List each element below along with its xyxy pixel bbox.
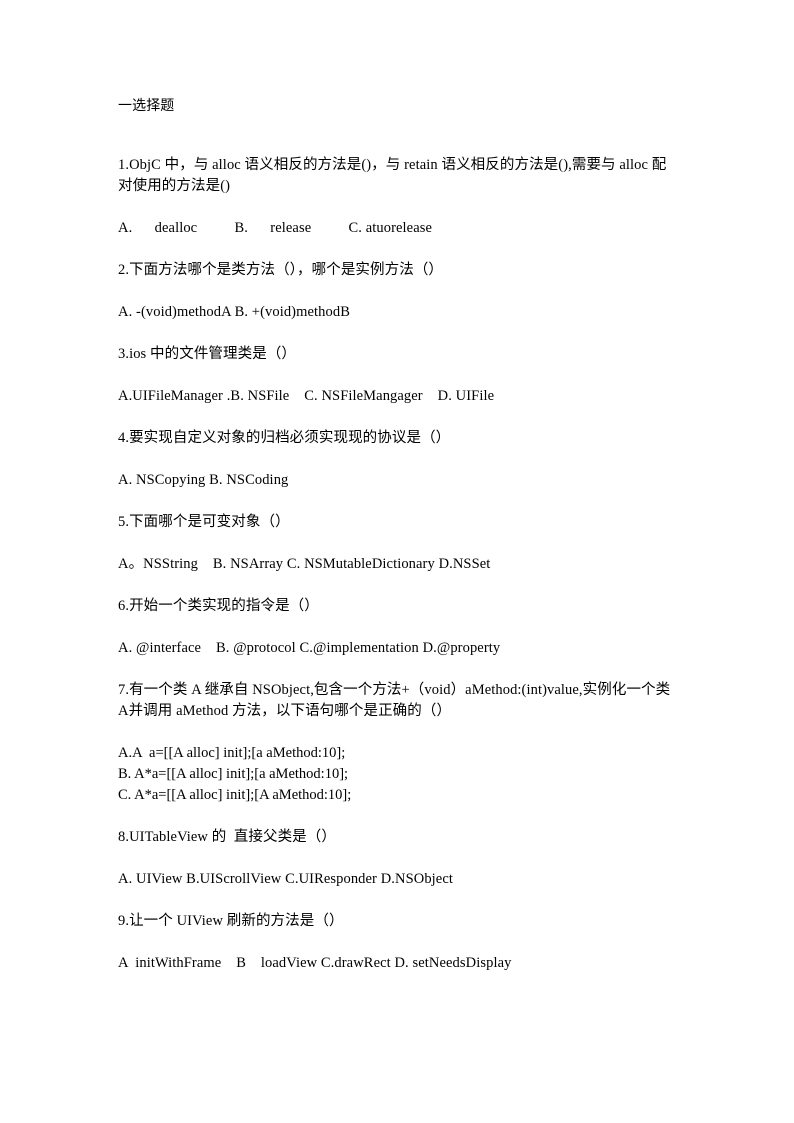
question-6-text: 6.开始一个类实现的指令是（） <box>118 598 319 614</box>
document-page: 一选择题 1.ObjC 中，与 alloc 语义相反的方法是()，与 retai… <box>0 0 794 1123</box>
question-7-text: 7.有一个类 A 继承自 NSObject,包含一个方法+（void）aMeth… <box>118 682 671 719</box>
question-4-options: A. NSCopying B. NSCoding <box>118 472 289 488</box>
question-5-text: 5.下面哪个是可变对象（） <box>118 514 290 530</box>
document-body: 一选择题 1.ObjC 中，与 alloc 语义相反的方法是()，与 retai… <box>118 96 678 995</box>
question-7-options: A.A a=[[A alloc] init];[a aMethod:10]; B… <box>118 743 678 806</box>
question-1-text: 1.ObjC 中，与 alloc 语义相反的方法是()，与 retain 语义相… <box>118 157 667 194</box>
question-7-option-c: C. A*a=[[A alloc] init];[A aMethod:10]; <box>118 787 352 803</box>
question-2-text: 2.下面方法哪个是类方法（），哪个是实例方法（） <box>118 262 444 278</box>
question-9-text: 9.让一个 UIView 刷新的方法是（） <box>118 913 344 929</box>
question-4-text: 4.要实现自定义对象的归档必须实现现的协议是（） <box>118 430 451 446</box>
question-3-text: 3.ios 中的文件管理类是（） <box>118 346 297 362</box>
question-2-options: A. -(void)methodA B. +(void)methodB <box>118 304 350 320</box>
question-8-options: A. UIView B.UIScrollView C.UIResponder D… <box>118 871 453 887</box>
question-9-options: A initWithFrame B loadView C.drawRect D.… <box>118 955 512 971</box>
section-heading: 一选择题 <box>118 98 175 114</box>
question-7-option-b: B. A*a=[[A alloc] init];[a aMethod:10]; <box>118 766 349 782</box>
question-6-options: A. @interface B. @protocol C.@implementa… <box>118 640 501 656</box>
question-7-option-a: A.A a=[[A alloc] init];[a aMethod:10]; <box>118 745 346 761</box>
question-8-text: 8.UITableView 的 直接父类是（） <box>118 829 336 845</box>
question-3-options: A.UIFileManager .B. NSFile C. NSFileMang… <box>118 388 495 404</box>
question-1-options: A. dealloc B. release C. atuorelease <box>118 220 433 236</box>
question-5-options: A。NSString B. NSArray C. NSMutableDictio… <box>118 556 491 572</box>
